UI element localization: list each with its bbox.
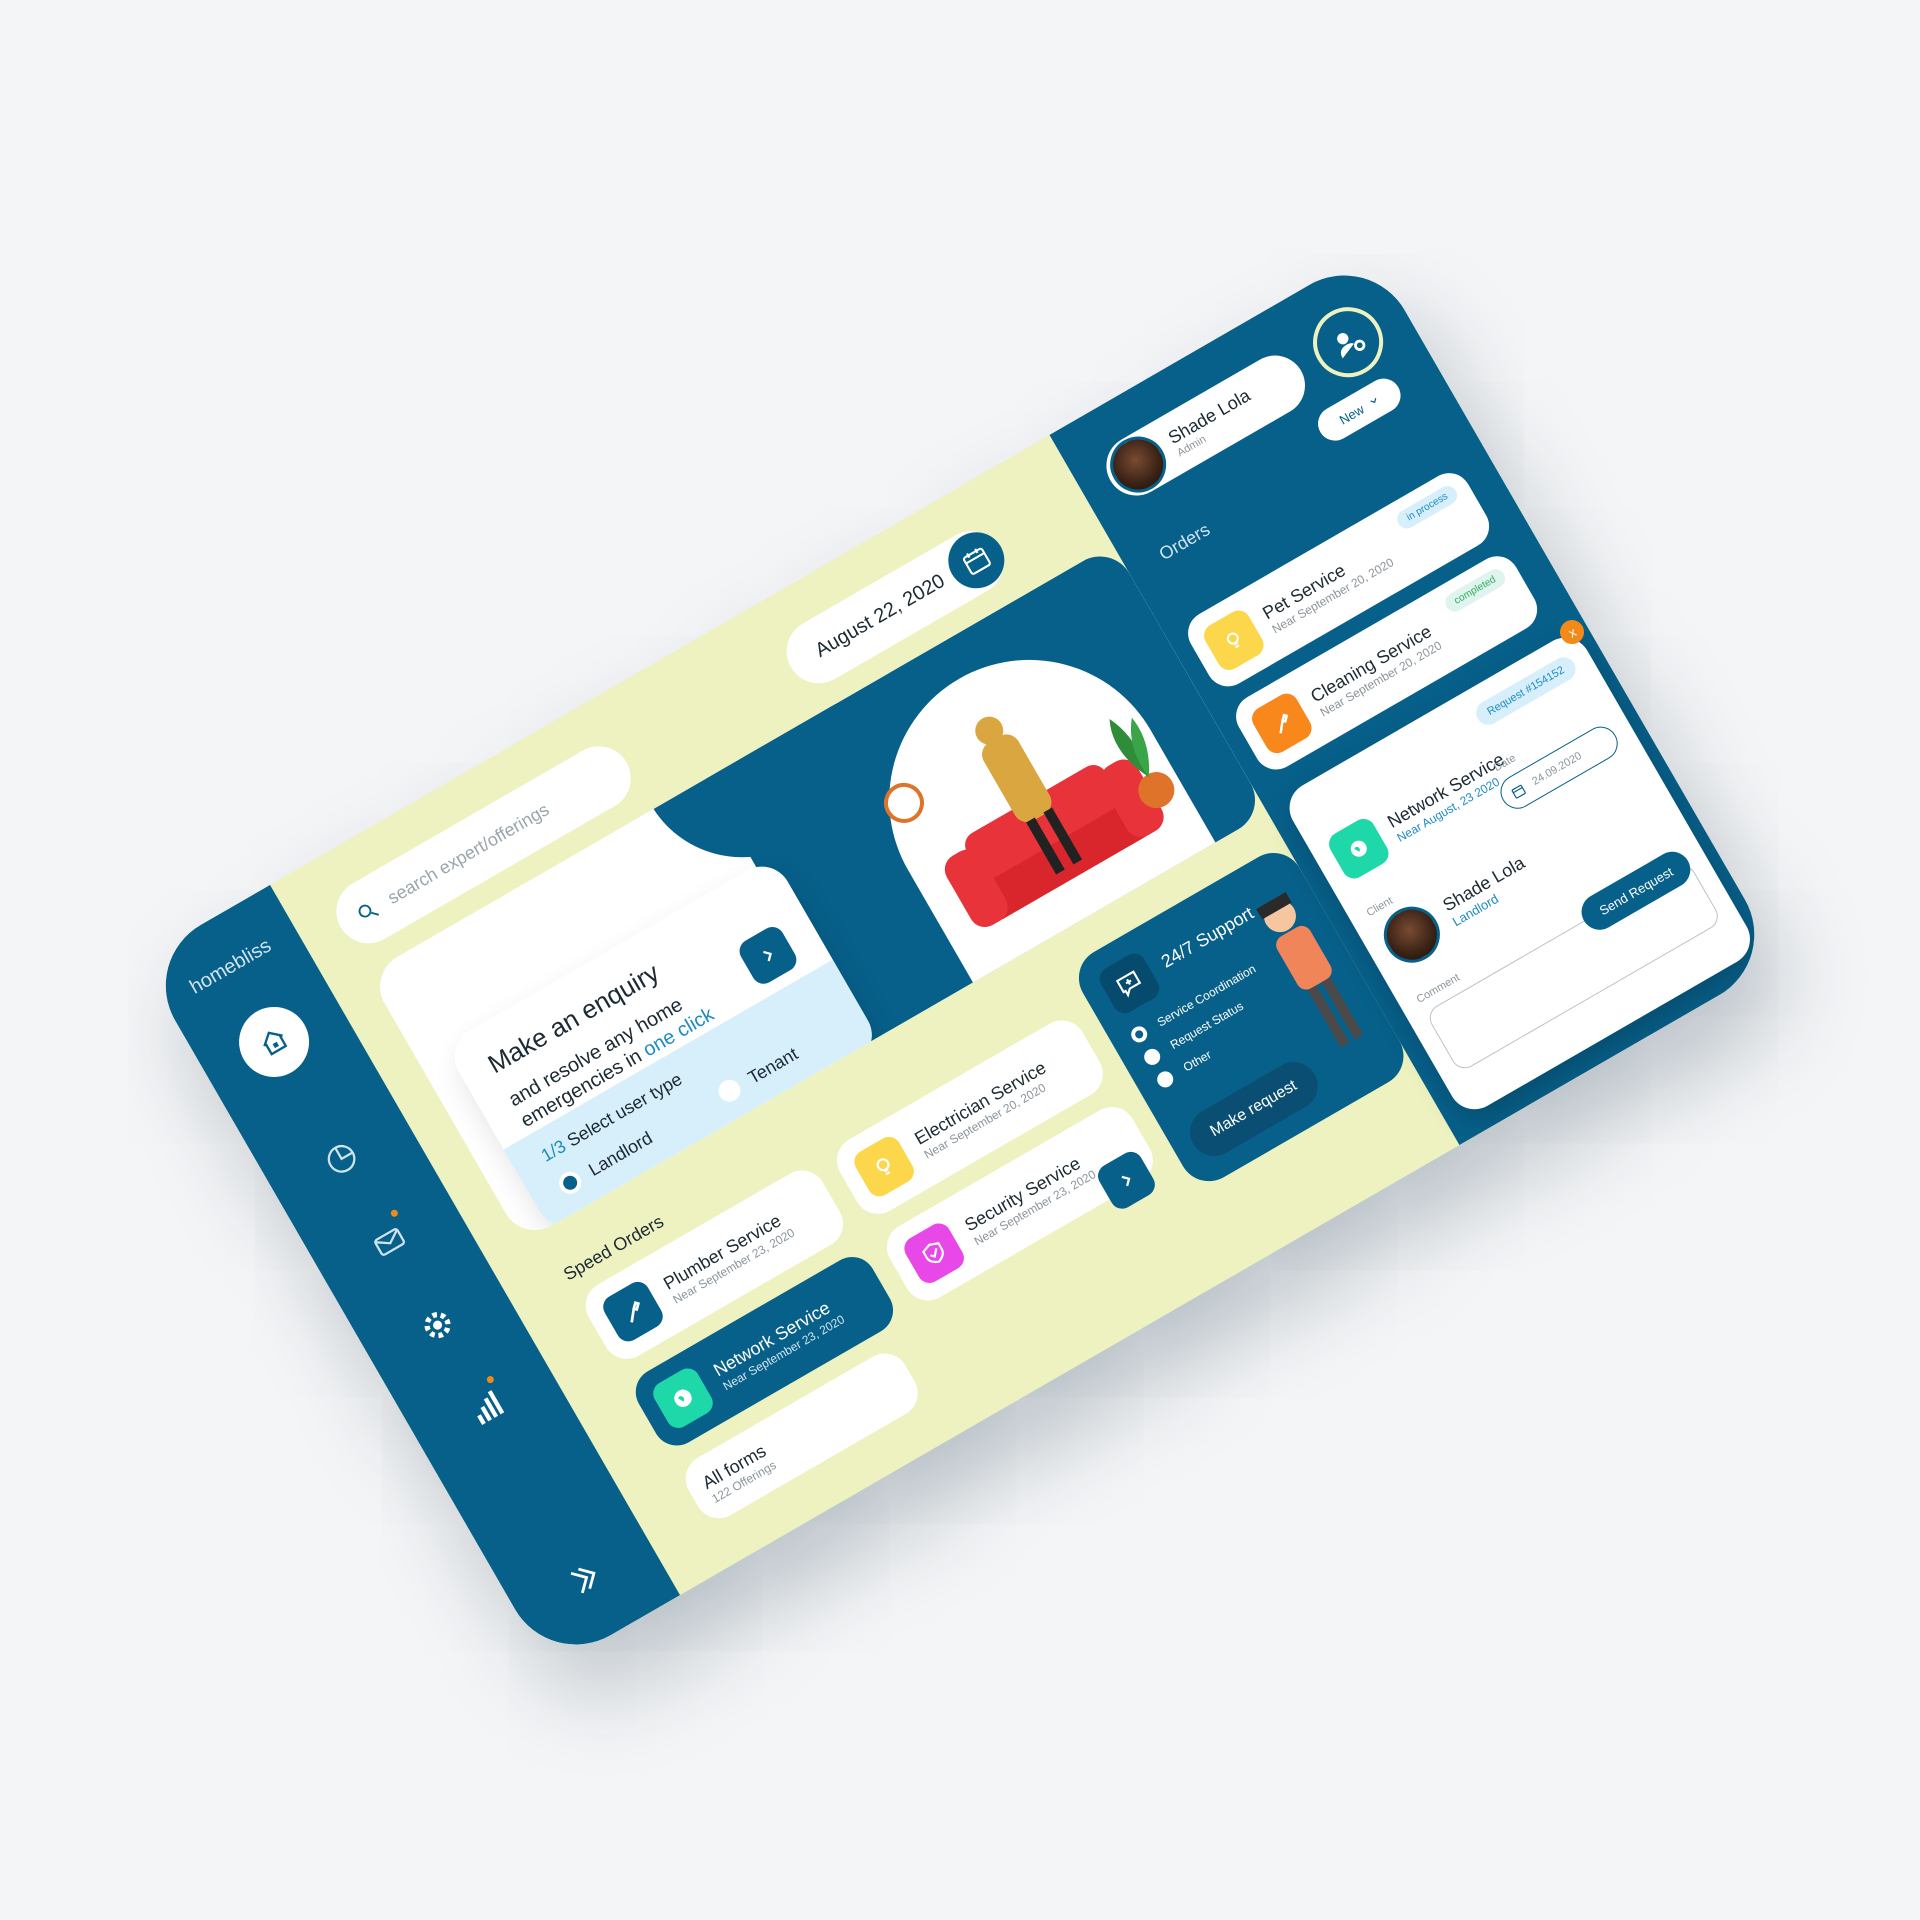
make-request-button[interactable]: Make request bbox=[1181, 1053, 1327, 1165]
user-gear-icon bbox=[1337, 333, 1366, 359]
bar-chart-icon bbox=[477, 1390, 505, 1425]
radio-unselected-dot bbox=[714, 1075, 745, 1106]
shield-icon bbox=[899, 1219, 969, 1288]
order-filter-value: New bbox=[1336, 401, 1367, 428]
current-date: August 22, 2020 bbox=[811, 569, 949, 662]
radio-tenant-label: Tenant bbox=[744, 1043, 802, 1088]
calendar-button[interactable] bbox=[938, 522, 1015, 599]
mail-icon bbox=[374, 1228, 405, 1256]
enquiry-next-button[interactable] bbox=[735, 922, 801, 989]
radio-unselected-dot bbox=[1141, 1045, 1164, 1068]
wrench-icon bbox=[598, 1277, 668, 1346]
calendar-icon bbox=[1511, 784, 1526, 799]
calendar-icon bbox=[962, 547, 991, 575]
notification-dot bbox=[389, 1208, 400, 1219]
nav-messages-button[interactable] bbox=[362, 1208, 417, 1270]
nav-home-button[interactable] bbox=[226, 994, 322, 1090]
avatar bbox=[1099, 426, 1177, 503]
wrench-icon bbox=[1247, 689, 1316, 758]
radio-selected-dot bbox=[1128, 1023, 1151, 1046]
brand-logo: homebliss bbox=[186, 934, 276, 999]
close-button[interactable]: x bbox=[1555, 615, 1589, 649]
logout-arrow-icon bbox=[570, 1567, 596, 1594]
pie-chart-icon bbox=[327, 1144, 356, 1173]
status-badge: in process bbox=[1394, 482, 1461, 532]
logout-button[interactable] bbox=[561, 1556, 610, 1607]
orders-title: Orders bbox=[1155, 519, 1214, 565]
dashboard-window: homebliss search expert/offerings August… bbox=[140, 249, 1780, 1671]
chat-plus-icon bbox=[1095, 949, 1164, 1018]
dashboard-plane: homebliss search expert/offerings August… bbox=[140, 249, 1780, 1671]
lightbulb-icon bbox=[1199, 606, 1268, 675]
chevron-right-icon bbox=[763, 950, 772, 962]
step-number: 1/3 bbox=[537, 1135, 570, 1166]
order-filter-dropdown[interactable]: New bbox=[1311, 372, 1407, 447]
chevron-right-icon bbox=[1121, 1175, 1131, 1187]
radio-selected-dot bbox=[555, 1167, 586, 1198]
status-badge: completed bbox=[1441, 565, 1509, 616]
radio-unselected-dot bbox=[1154, 1068, 1177, 1091]
chevron-down-icon bbox=[1370, 398, 1377, 403]
profile-chip[interactable]: Shade Lola Admin bbox=[1095, 344, 1316, 507]
globe-icon bbox=[648, 1364, 718, 1433]
nav-settings-button[interactable] bbox=[410, 1298, 465, 1353]
option-label: Other bbox=[1180, 1046, 1214, 1075]
notification-dot bbox=[485, 1374, 496, 1385]
home-icon bbox=[263, 1031, 288, 1056]
mockup-stage: homebliss search expert/offerings August… bbox=[0, 0, 1920, 1920]
lightbulb-icon bbox=[849, 1132, 919, 1201]
nav-analytics-button[interactable] bbox=[314, 1132, 369, 1187]
user-settings-button[interactable] bbox=[1300, 294, 1396, 390]
nav-stats-button[interactable] bbox=[458, 1374, 513, 1436]
globe-icon bbox=[1324, 814, 1393, 883]
gear-icon bbox=[424, 1312, 451, 1339]
search-icon bbox=[358, 904, 380, 918]
